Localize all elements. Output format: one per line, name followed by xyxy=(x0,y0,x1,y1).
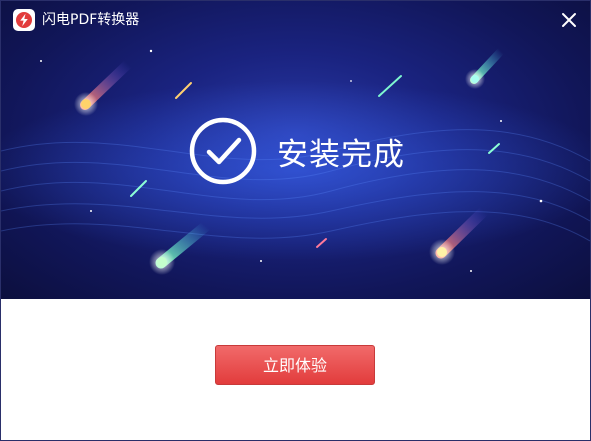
installer-window: 闪电PDF转换器 安装完成 立即体验 xyxy=(0,0,591,441)
close-icon xyxy=(562,13,576,27)
install-status: 安装完成 xyxy=(185,113,405,189)
status-message: 安装完成 xyxy=(277,136,405,173)
hero-banner: 闪电PDF转换器 安装完成 xyxy=(1,1,590,299)
check-circle-icon xyxy=(189,117,257,185)
close-button[interactable] xyxy=(558,9,580,31)
app-logo-icon xyxy=(13,9,35,31)
window-title: 闪电PDF转换器 xyxy=(42,12,140,28)
start-experience-button[interactable]: 立即体验 xyxy=(215,345,375,385)
title-bar: 闪电PDF转换器 xyxy=(1,1,590,39)
